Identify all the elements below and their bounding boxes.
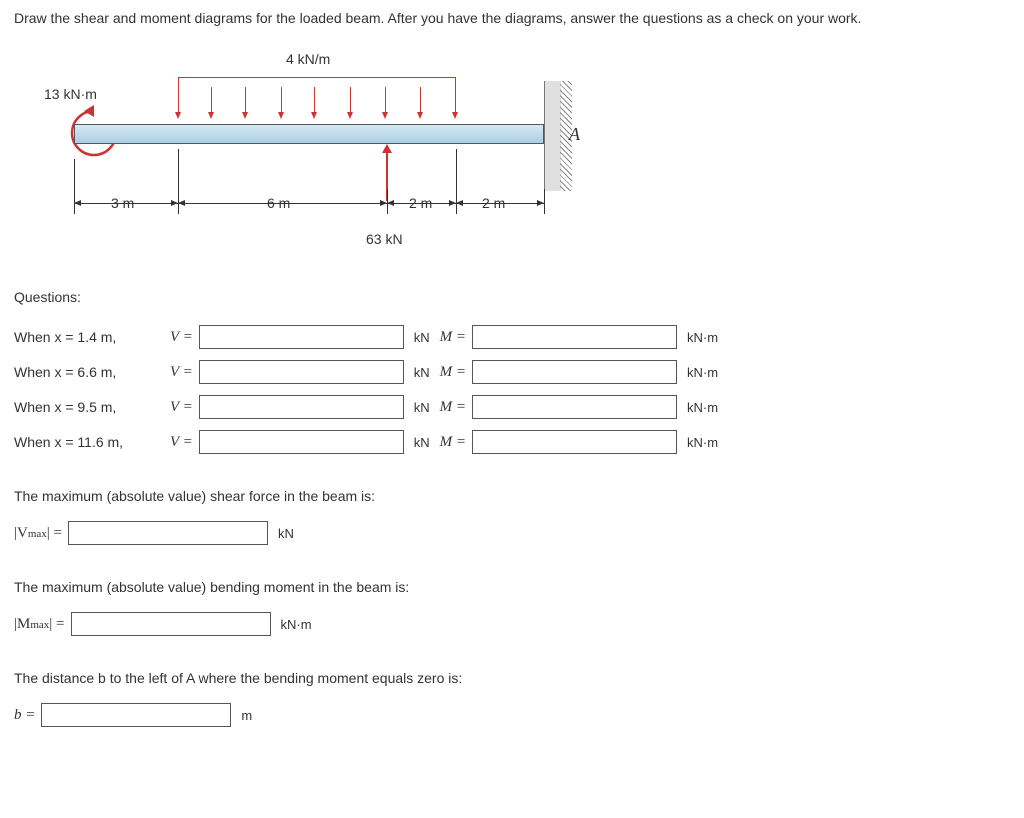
instructions-text: Draw the shear and moment diagrams for t… [14,8,1010,29]
m-label: M = [440,399,466,416]
dim-label-3m: 3 m [111,195,134,211]
vmax-row: |Vmax| = kN [14,521,1010,545]
distributed-load-icon [178,77,456,125]
v-unit: kN [414,435,430,450]
mmax-label: |Mmax| = [14,616,65,633]
m-unit: kN·m [687,435,718,450]
fixed-support-wall [544,81,561,191]
question-row-2: When x = 6.6 m, V = kN M = kN·m [14,360,1010,384]
support-label-a: A [569,124,580,145]
v-label: V = [170,399,193,416]
v-input-3[interactable] [199,395,404,419]
max-moment-text: The maximum (absolute value) bending mom… [14,577,1010,598]
m-input-4[interactable] [472,430,677,454]
m-unit: kN·m [687,330,718,345]
m-label: M = [440,434,466,451]
m-label: M = [440,329,466,346]
mmax-input[interactable] [71,612,271,636]
dim-tick [544,189,545,214]
question-row-3: When x = 9.5 m, V = kN M = kN·m [14,395,1010,419]
beam-figure: 4 kN/m 13 kN·m A 63 kN 3 m 6 m 2 m 2 m [14,39,574,249]
question-row-4: When x = 11.6 m, V = kN M = kN·m [14,430,1010,454]
questions-heading: Questions: [14,289,1010,305]
m-unit: kN·m [687,400,718,415]
beam-body [74,124,544,144]
point-load-label: 63 kN [366,231,403,247]
v-label: V = [170,329,193,346]
b-row: b = m [14,703,1010,727]
mmax-row: |Mmax| = kN·m [14,612,1010,636]
vmax-input[interactable] [68,521,268,545]
question-row-1: When x = 1.4 m, V = kN M = kN·m [14,325,1010,349]
prompt-text: When x = 1.4 m, [14,329,164,345]
v-input-2[interactable] [199,360,404,384]
v-input-4[interactable] [199,430,404,454]
m-input-3[interactable] [472,395,677,419]
v-input-1[interactable] [199,325,404,349]
m-unit: kN·m [687,365,718,380]
v-label: V = [170,364,193,381]
distributed-load-label: 4 kN/m [286,51,330,67]
prompt-text: When x = 11.6 m, [14,434,164,450]
vmax-unit: kN [278,526,294,541]
prompt-text: When x = 9.5 m, [14,399,164,415]
dim-label-2m-b: 2 m [482,195,505,211]
v-unit: kN [414,365,430,380]
vmax-label: |Vmax| = [14,525,62,542]
max-shear-text: The maximum (absolute value) shear force… [14,486,1010,507]
dim-label-6m: 6 m [267,195,290,211]
m-label: M = [440,364,466,381]
b-label: b = [14,707,35,724]
mmax-unit: kN·m [281,617,312,632]
moment-label: 13 kN·m [44,86,97,102]
distance-b-text: The distance b to the left of A where th… [14,668,1010,689]
b-input[interactable] [41,703,231,727]
prompt-text: When x = 6.6 m, [14,364,164,380]
m-input-2[interactable] [472,360,677,384]
v-label: V = [170,434,193,451]
m-input-1[interactable] [472,325,677,349]
dim-label-2m-a: 2 m [409,195,432,211]
b-unit: m [241,708,252,723]
v-unit: kN [414,330,430,345]
v-unit: kN [414,400,430,415]
